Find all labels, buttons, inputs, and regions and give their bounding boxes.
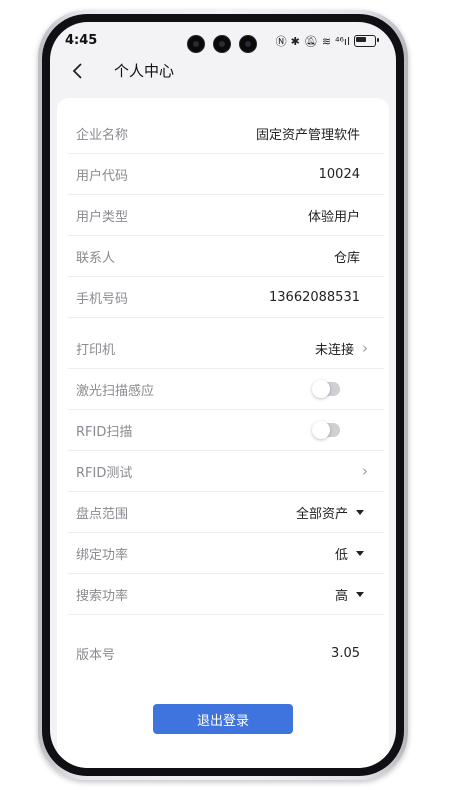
settings-row-printer[interactable]: 打印机 未连接 ›	[68, 328, 384, 369]
chevron-right-icon: ›	[362, 339, 368, 357]
row-label: 搜索功率	[76, 588, 129, 604]
logout-button[interactable]: 退出登录	[153, 704, 293, 734]
bluetooth-icon: ✱	[290, 34, 300, 48]
caret-down-icon	[356, 550, 364, 556]
camera-icon	[240, 36, 256, 52]
row-label: 联系人	[76, 250, 116, 266]
camera-icon	[214, 36, 230, 52]
status-time: 4:45	[65, 33, 98, 48]
row-label: 版本号	[76, 647, 116, 663]
settings-row-search-power[interactable]: 搜索功率 高	[68, 574, 384, 615]
row-value: 仓库	[333, 250, 360, 266]
back-button[interactable]	[68, 60, 90, 82]
row-value: 10024	[318, 166, 360, 182]
version-row: 版本号 3.05	[68, 633, 384, 673]
row-value: 13662088531	[269, 289, 360, 305]
mute-icon: 🔕︎	[303, 34, 318, 48]
row-value: 固定资产管理软件	[255, 127, 360, 143]
search-power-select[interactable]: 高	[335, 585, 348, 604]
phone-screen: 4:45 Ⓝ ✱ 🔕︎ ≋ ⁴⁶ıl 个人中心 企业名称 固定资产管理软件 用户…	[50, 22, 396, 768]
row-value: 体验用户	[307, 209, 360, 225]
rfid-scan-toggle[interactable]	[312, 421, 340, 439]
bind-power-select[interactable]: 低	[335, 544, 348, 563]
laser-scan-toggle[interactable]	[312, 380, 340, 398]
nfc-icon: Ⓝ	[275, 35, 287, 48]
row-label: 激光扫描感应	[76, 383, 155, 399]
status-icons: Ⓝ ✱ 🔕︎ ≋ ⁴⁶ıl	[275, 33, 379, 49]
row-label: RFID扫描	[76, 424, 133, 440]
printer-status: 未连接	[314, 342, 354, 358]
settings-row-bind-power[interactable]: 绑定功率 低	[68, 533, 384, 574]
row-label: 打印机	[76, 342, 116, 358]
row-label: 用户类型	[76, 209, 129, 225]
caret-down-icon	[356, 509, 364, 515]
info-row-company: 企业名称 固定资产管理软件	[68, 113, 384, 154]
info-row-phone: 手机号码 13662088531	[68, 277, 384, 318]
version-value: 3.05	[331, 645, 360, 661]
row-label: 用户代码	[76, 168, 129, 184]
chevron-left-icon	[72, 63, 82, 79]
settings-row-inventory-range[interactable]: 盘点范围 全部资产	[68, 492, 384, 533]
row-label: 绑定功率	[76, 547, 129, 563]
row-label: 手机号码	[76, 291, 129, 307]
settings-row-rfid-test[interactable]: RFID测试 ›	[68, 451, 384, 492]
info-row-user-code: 用户代码 10024	[68, 154, 384, 195]
info-row-user-type: 用户类型 体验用户	[68, 195, 384, 236]
camera-icon	[188, 36, 204, 52]
chevron-right-icon: ›	[362, 462, 368, 480]
wifi-icon: ≋	[321, 34, 332, 48]
profile-card: 企业名称 固定资产管理软件 用户代码 10024 用户类型 体验用户 联系人 仓…	[57, 98, 389, 768]
settings-row-laser-scan: 激光扫描感应	[68, 369, 384, 410]
inventory-range-select[interactable]: 全部资产	[296, 503, 348, 522]
page-header: 个人中心	[50, 54, 396, 90]
signal-icon: ⁴⁶ıl	[335, 34, 350, 48]
row-label: RFID测试	[76, 465, 133, 481]
caret-down-icon	[356, 591, 364, 597]
settings-row-rfid-scan: RFID扫描	[68, 410, 384, 451]
page-title: 个人中心	[114, 62, 175, 80]
row-label: 盘点范围	[76, 506, 129, 522]
row-label: 企业名称	[76, 127, 129, 143]
battery-icon	[354, 35, 379, 47]
info-row-contact: 联系人 仓库	[68, 236, 384, 277]
